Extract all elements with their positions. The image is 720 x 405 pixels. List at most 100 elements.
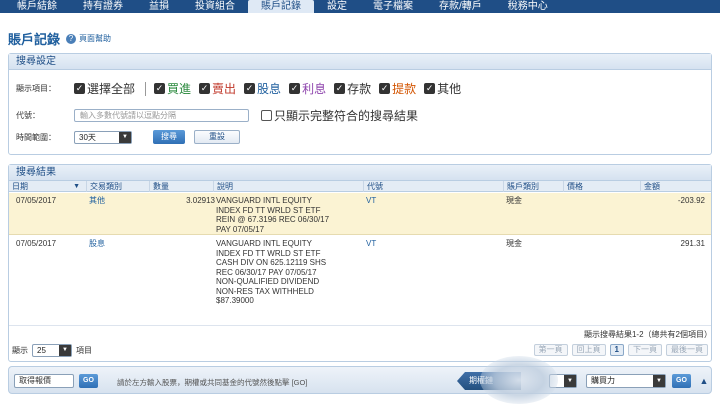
search-settings-panel: 搜尋設定 顯示項目： ✓ 選擇全部 ✓ 買進 ✓ 賣出 ✓ 股息 ✓ 利息 ✓ …: [8, 53, 712, 155]
type-label-withdrawal: 提款: [392, 82, 417, 96]
col-header-symbol[interactable]: 代號: [363, 181, 503, 192]
cell-type[interactable]: 其他: [89, 196, 105, 206]
display-items-row: 顯示項目： ✓ 選擇全部 ✓ 買進 ✓ 賣出 ✓ 股息 ✓ 利息 ✓ 存款 ✓ …: [16, 80, 469, 97]
search-settings-title: 搜尋設定: [9, 54, 711, 70]
type-checkbox-deposit[interactable]: ✓ 存款: [334, 80, 371, 97]
col-header-price[interactable]: 價格: [563, 181, 640, 192]
next-page-button[interactable]: 下一頁: [628, 344, 662, 356]
nav-item-balances[interactable]: 帳戶結餘: [4, 0, 70, 13]
quote-bar: 取得報價 GO 請於左方輸入股票，期權或共同基金的代號然後點擊 [GO] 期權鏈…: [8, 366, 712, 394]
type-checkbox-sell[interactable]: ✓ 賣出: [199, 80, 236, 97]
exact-match-label: 只顯示完整符合的搜尋結果: [274, 109, 419, 123]
pagination: 第一頁 回上頁 1 下一頁 最後一頁: [530, 344, 708, 356]
symbol-label: 代號：: [16, 111, 40, 120]
type-checkbox-dividend[interactable]: ✓ 股息: [244, 80, 281, 97]
cell-desc: VANGUARD INTL EQUITY INDEX FD TT WRLD ST…: [216, 196, 330, 234]
nav-item-tax-center[interactable]: 稅務中心: [495, 0, 561, 13]
page-title: 賬戶記錄: [8, 32, 61, 47]
sort-desc-icon: ▼: [73, 183, 80, 190]
type-checkbox-other[interactable]: ✓ 其他: [424, 80, 461, 97]
time-range-label: 時間範圍：: [16, 132, 56, 142]
per-page-control: 顯示 25 ▼ 項目: [12, 344, 92, 357]
quote-input[interactable]: 取得報價: [14, 374, 74, 388]
col-header-amount[interactable]: 金額: [640, 181, 711, 192]
reset-button[interactable]: 重設: [194, 130, 240, 144]
per-page-select[interactable]: 25 ▼: [32, 344, 72, 357]
chevron-down-icon: ▼: [119, 131, 131, 143]
table-row[interactable]: 07/05/2017 股息 VANGUARD INTL EQUITY INDEX…: [9, 236, 711, 326]
cell-type[interactable]: 股息: [89, 239, 105, 249]
scroll-up-icon[interactable]: ▲: [698, 374, 710, 388]
results-summary: 顯示搜尋結果1-2（總共有2個項目）: [583, 330, 712, 339]
last-page-button[interactable]: 最後一頁: [666, 344, 708, 356]
cell-account-type: 現金: [506, 196, 522, 205]
divider: [145, 81, 147, 96]
table-header: 日期 ▼ 交易類別 數量 說明 代號 賬戶類別 價格 金額: [9, 181, 711, 192]
help-link[interactable]: 頁面幫助: [79, 33, 111, 44]
type-checkbox-interest[interactable]: ✓ 利息: [289, 80, 326, 97]
col-header-account-type[interactable]: 賬戶類別: [503, 181, 563, 192]
select-all-label: 選擇全部: [87, 82, 136, 96]
col-header-date[interactable]: 日期 ▼: [9, 181, 84, 192]
page-header: 賬戶記錄 ? 頁面幫助: [8, 29, 111, 48]
first-page-button[interactable]: 第一頁: [533, 344, 568, 356]
cell-date: 07/05/2017: [16, 196, 57, 205]
chevron-down-icon: ▼: [653, 375, 665, 387]
nav-item-documents[interactable]: 電子檔案: [360, 0, 426, 13]
cell-symbol[interactable]: VT: [366, 196, 376, 206]
cell-desc: VANGUARD INTL EQUITY INDEX FD TT WRLD ST…: [216, 239, 327, 305]
buying-power-select[interactable]: 購買力 ▼: [586, 374, 666, 388]
nav-item-settings[interactable]: 設定: [314, 0, 360, 13]
checkmark-icon: ✓: [199, 83, 211, 94]
nav-item-gain-loss[interactable]: 益損: [136, 0, 182, 13]
type-label-buy: 買進: [167, 82, 192, 96]
help-icon[interactable]: ?: [66, 33, 77, 44]
search-results-title: 搜尋結果: [9, 165, 711, 181]
nav-item-holdings[interactable]: 持有證券: [70, 0, 136, 13]
type-label-dividend: 股息: [257, 82, 282, 96]
col-header-desc[interactable]: 說明: [213, 181, 363, 192]
col-header-type[interactable]: 交易類別: [86, 181, 149, 192]
checkmark-icon: ✓: [424, 83, 436, 94]
cell-amount: 291.31: [680, 239, 705, 248]
checkmark-icon: ✓: [289, 83, 301, 94]
checkmark-icon: ✓: [74, 83, 85, 94]
checkbox-empty-icon: [261, 110, 272, 121]
type-checkbox-buy[interactable]: ✓ 買進: [154, 80, 191, 97]
checkmark-icon: ✓: [334, 83, 346, 94]
checkmark-icon: ✓: [154, 83, 166, 94]
cell-qty: 3.02913: [186, 196, 215, 205]
search-button[interactable]: 搜尋: [153, 130, 185, 144]
obscured-area: [480, 356, 558, 404]
type-checkbox-withdrawal[interactable]: ✓ 提款: [379, 80, 416, 97]
symbol-input[interactable]: 輸入多數代號請以逗點分隔: [74, 109, 249, 122]
per-page-label: 顯示: [12, 346, 28, 355]
type-label-deposit: 存款: [347, 82, 372, 96]
current-page-button[interactable]: 1: [609, 344, 624, 356]
quote-go-button[interactable]: GO: [79, 374, 98, 388]
exact-match-checkbox[interactable]: 只顯示完整符合的搜尋結果: [261, 107, 418, 124]
nav-item-account-history[interactable]: 賬戶記錄: [248, 0, 314, 13]
cell-symbol[interactable]: VT: [366, 239, 376, 249]
type-label-other: 其他: [437, 82, 462, 96]
buying-power-go-button[interactable]: GO: [672, 374, 691, 388]
chevron-down-icon: ▼: [564, 375, 576, 387]
cell-account-type: 現金: [506, 239, 522, 248]
chevron-down-icon: ▼: [59, 345, 71, 356]
nav-item-portfolio[interactable]: 投資組合: [182, 0, 248, 13]
top-nav: 帳戶結餘 持有證券 益損 投資組合 賬戶記錄 設定 電子檔案 存款/轉戶 稅務中…: [0, 0, 720, 13]
time-range-row: 時間範圍： 30天 ▼ 搜尋 重設: [16, 130, 240, 144]
col-header-qty[interactable]: 數量: [149, 181, 213, 192]
cell-date: 07/05/2017: [16, 239, 57, 248]
select-all-checkbox[interactable]: ✓ 選擇全部: [74, 80, 135, 97]
time-range-value: 30天: [79, 132, 96, 142]
type-label-interest: 利息: [302, 82, 327, 96]
quote-hint: 請於左方輸入股票，期權或共同基金的代號然後點擊 [GO]: [117, 378, 308, 387]
time-range-select[interactable]: 30天 ▼: [74, 130, 132, 144]
type-label-sell: 賣出: [212, 82, 237, 96]
buying-power-label: 購買力: [591, 376, 615, 385]
checkmark-icon: ✓: [379, 83, 391, 94]
table-row[interactable]: 07/05/2017 其他 3.02913 VANGUARD INTL EQUI…: [9, 193, 711, 235]
nav-item-transfers[interactable]: 存款/轉戶: [426, 0, 495, 13]
prev-page-button[interactable]: 回上頁: [571, 344, 606, 356]
